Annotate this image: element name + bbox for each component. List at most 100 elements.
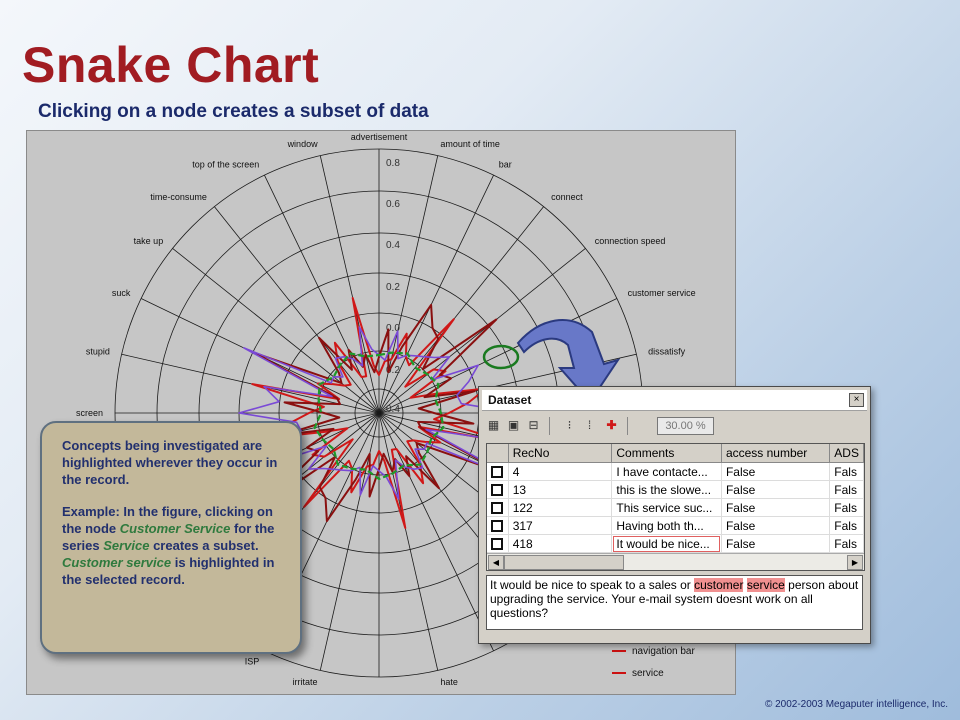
record-text: It would be nice to speak to a sales or — [490, 578, 695, 592]
checkbox-icon[interactable] — [491, 520, 504, 533]
horizontal-scrollbar[interactable]: ◀ ▶ — [487, 553, 864, 570]
highlight-customer: customer — [694, 578, 744, 592]
column-header-comments[interactable]: Comments — [611, 444, 722, 463]
cell-access-number[interactable]: False — [721, 498, 831, 517]
cell-comments[interactable]: I have contacte... — [611, 462, 722, 481]
radar-axis-label: connection speed — [595, 236, 666, 246]
legend-swatch — [612, 650, 626, 652]
cell-access-number[interactable]: False — [721, 534, 831, 553]
add-icon[interactable]: ✚ — [603, 417, 620, 433]
row-checkbox[interactable] — [487, 462, 509, 481]
table-row[interactable]: 13 this is the slowe... False Fals — [487, 480, 864, 499]
window-title: Dataset — [488, 393, 532, 407]
radar-spoke — [319, 155, 380, 414]
radar-axis-label: take up — [134, 236, 164, 246]
binary-filter-icon[interactable]: ⁝ — [561, 417, 578, 433]
cell-recno[interactable]: 418 — [508, 534, 613, 553]
cell-ads[interactable]: Fals — [829, 534, 864, 553]
radar-spoke — [319, 412, 380, 671]
legend-swatch — [612, 672, 626, 674]
radar-tick-label: 0.4 — [386, 404, 400, 415]
column-header-access-number[interactable]: access number — [721, 444, 831, 463]
callout-paragraph-1: Concepts being investigated are highligh… — [62, 438, 278, 487]
cell-ads[interactable]: Fals — [829, 462, 864, 481]
legend-label: navigation bar — [632, 645, 695, 657]
cell-comments[interactable]: Having both th... — [611, 516, 722, 535]
checkbox-icon[interactable] — [491, 484, 504, 497]
column-header-select[interactable] — [487, 444, 509, 463]
cell-comments-selected[interactable]: It would be nice... — [611, 534, 722, 553]
radar-axis-label: screen — [76, 408, 103, 418]
radar-axis-label: suck — [112, 288, 131, 298]
cell-recno[interactable]: 317 — [508, 516, 613, 535]
grid-view-icon[interactable]: ▦ — [485, 417, 502, 433]
copyright-footer: © 2002-2003 Megaputer intelligence, Inc. — [764, 699, 948, 710]
toolbar-divider — [549, 417, 550, 435]
form-view-icon[interactable]: ▣ — [505, 417, 522, 433]
record-text-view[interactable]: It would be nice to speak to a sales or … — [486, 575, 863, 630]
dataset-window[interactable]: Dataset × ▦ ▣ ⊟ ⁝ ⁞ ✚ 30.00 % RecNo Comm… — [478, 386, 871, 644]
legend-item-service: service — [612, 662, 732, 684]
radar-axis-label: amount of time — [440, 139, 500, 149]
radar-tick-label: 0.6 — [386, 199, 400, 210]
radar-axis-label: window — [287, 139, 319, 149]
radar-tick-label: 0.4 — [386, 240, 400, 251]
cell-access-number[interactable]: False — [721, 516, 831, 535]
callout-paragraph-2: Example: In the figure, clicking on the … — [62, 504, 275, 587]
explanation-callout: Concepts being investigated are highligh… — [40, 421, 302, 654]
cell-ads[interactable]: Fals — [829, 516, 864, 535]
cell-recno[interactable]: 122 — [508, 498, 613, 517]
legend-label: service — [632, 667, 664, 679]
toolbar-divider — [627, 417, 628, 435]
radar-axis-label: connect — [551, 192, 583, 202]
close-button[interactable]: × — [849, 393, 864, 407]
radar-axis-label: time-consume — [150, 192, 207, 202]
cell-ads[interactable]: Fals — [829, 480, 864, 499]
column-header-ads[interactable]: ADS — [829, 444, 864, 463]
table-row[interactable]: 317 Having both th... False Fals — [487, 516, 864, 535]
radar-axis-label: bar — [499, 159, 512, 169]
checkbox-icon[interactable] — [491, 466, 504, 479]
chart-legend: navigation bar service — [612, 640, 732, 684]
radar-axis-label: ISP — [245, 657, 260, 667]
cell-comments[interactable]: This service suc... — [611, 498, 722, 517]
slide-title: Snake Chart — [22, 37, 320, 93]
cell-comments[interactable]: this is the slowe... — [611, 480, 722, 499]
row-checkbox[interactable] — [487, 480, 509, 499]
scroll-thumb[interactable] — [504, 555, 624, 570]
row-checkbox[interactable] — [487, 498, 509, 517]
radar-axis-label: dissatisfy — [648, 347, 686, 357]
row-checkbox[interactable] — [487, 516, 509, 535]
grid-header-row: RecNo Comments access number ADS — [487, 444, 864, 463]
highlight-service: service — [746, 578, 785, 592]
radar-spoke — [378, 412, 439, 671]
radar-axis-label: advertisement — [351, 132, 408, 142]
checkbox-icon[interactable] — [491, 502, 504, 515]
radar-axis-label: stupid — [86, 347, 110, 357]
cell-recno[interactable]: 4 — [508, 462, 613, 481]
split-view-icon[interactable]: ⊟ — [525, 417, 542, 433]
cell-access-number[interactable]: False — [721, 462, 831, 481]
dataset-toolbar: ▦ ▣ ⊟ ⁝ ⁞ ✚ 30.00 % — [485, 415, 864, 437]
dataset-grid[interactable]: RecNo Comments access number ADS 4 I hav… — [486, 443, 865, 571]
cell-ads[interactable]: Fals — [829, 498, 864, 517]
radar-axis-label: customer service — [628, 288, 696, 298]
scroll-left-icon[interactable]: ◀ — [488, 555, 504, 570]
row-checkbox[interactable] — [487, 534, 509, 553]
table-row[interactable]: 4 I have contacte... False Fals — [487, 462, 864, 481]
window-titlebar[interactable]: Dataset × — [482, 390, 867, 411]
scroll-right-icon[interactable]: ▶ — [847, 555, 863, 570]
radar-axis-label: irritate — [293, 677, 318, 687]
table-row[interactable]: 122 This service suc... False Fals — [487, 498, 864, 517]
zoom-percentage-field[interactable]: 30.00 % — [657, 417, 714, 435]
radar-tick-label: 0.8 — [386, 158, 400, 169]
checkbox-icon[interactable] — [491, 538, 504, 551]
table-row[interactable]: 418 It would be nice... False Fals — [487, 534, 864, 553]
cell-recno[interactable]: 13 — [508, 480, 613, 499]
radar-tick-label: 0.2 — [386, 282, 400, 293]
radar-axis-label: top of the screen — [192, 159, 259, 169]
cell-access-number[interactable]: False — [721, 480, 831, 499]
column-header-recno[interactable]: RecNo — [508, 444, 613, 463]
binary-sort-icon[interactable]: ⁞ — [581, 417, 598, 433]
radar-axis-label: hate — [440, 677, 458, 687]
